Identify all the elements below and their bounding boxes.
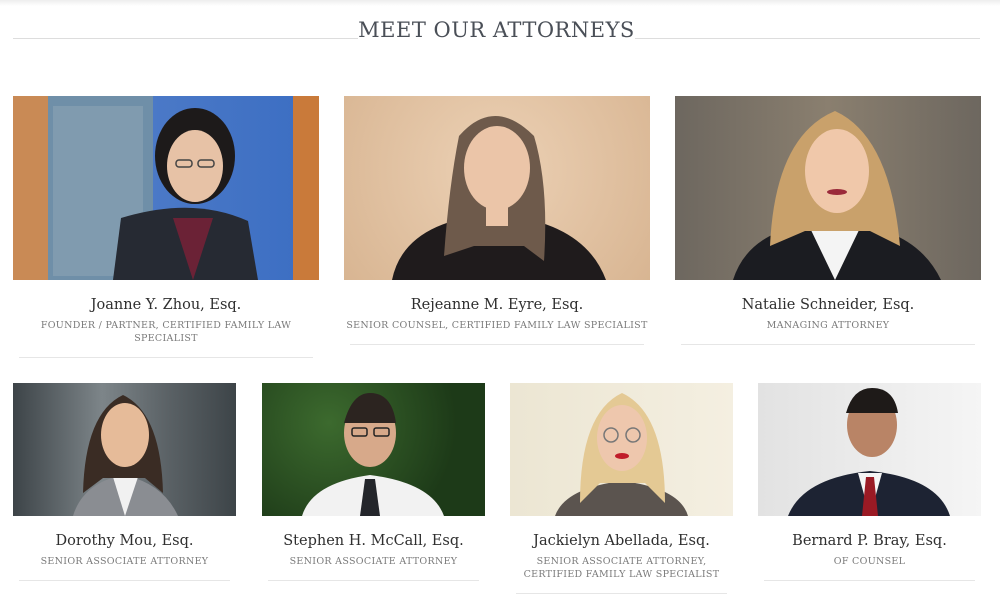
attorney-photo[interactable] [675, 96, 981, 280]
attorney-name[interactable]: Dorothy Mou, Esq. [13, 532, 236, 550]
attorney-title: SENIOR COUNSEL, CERTIFIED FAMILY LAW SPE… [346, 320, 648, 331]
attorney-card[interactable]: Rejeanne M. Eyre, Esq. SENIOR COUNSEL, C… [344, 96, 650, 345]
attorney-card[interactable]: Jackielyn Abellada, Esq. SENIOR ASSOCIAT… [510, 383, 733, 594]
person-silhouette [733, 111, 941, 280]
person-silhouette [302, 393, 444, 516]
section-header: MEET OUR ATTORNEYS [13, 18, 980, 48]
card-divider [764, 580, 975, 581]
card-divider [19, 357, 313, 358]
attorney-name[interactable]: Jackielyn Abellada, Esq. [510, 532, 733, 550]
attorney-photo[interactable] [758, 383, 981, 516]
top-shadow [0, 0, 1000, 6]
attorney-name[interactable]: Rejeanne M. Eyre, Esq. [344, 296, 650, 314]
attorney-photo[interactable] [262, 383, 485, 516]
attorney-name[interactable]: Joanne Y. Zhou, Esq. [13, 296, 319, 314]
person-silhouette [392, 116, 606, 280]
attorney-title: FOUNDER / PARTNER, CERTIFIED FAMILY LAW … [40, 320, 292, 344]
attorney-card[interactable]: Joanne Y. Zhou, Esq. FOUNDER / PARTNER, … [13, 96, 319, 358]
attorney-photo[interactable] [510, 383, 733, 516]
person-silhouette [53, 106, 258, 280]
attorney-title: SENIOR ASSOCIATE ATTORNEY, CERTIFIED FAM… [523, 556, 720, 580]
card-divider [681, 344, 975, 345]
attorney-title: MANAGING ATTORNEY [766, 320, 890, 331]
attorney-name[interactable]: Bernard P. Bray, Esq. [758, 532, 981, 550]
attorney-photo[interactable] [13, 96, 319, 280]
card-divider [268, 580, 479, 581]
attorney-name[interactable]: Natalie Schneider, Esq. [675, 296, 981, 314]
person-silhouette [788, 388, 950, 516]
attorney-title: OF COUNSEL [833, 556, 906, 567]
person-silhouette [555, 393, 688, 516]
attorney-card[interactable]: Stephen H. McCall, Esq. SENIOR ASSOCIATE… [262, 383, 485, 581]
card-divider [516, 593, 727, 594]
attorney-card[interactable]: Natalie Schneider, Esq. MANAGING ATTORNE… [675, 96, 981, 345]
heading-rule-right [635, 38, 980, 39]
attorney-card[interactable]: Bernard P. Bray, Esq. OF COUNSEL [758, 383, 981, 581]
attorney-card[interactable]: Dorothy Mou, Esq. SENIOR ASSOCIATE ATTOR… [13, 383, 236, 581]
card-divider [350, 344, 644, 345]
attorney-photo[interactable] [13, 383, 236, 516]
attorney-name[interactable]: Stephen H. McCall, Esq. [262, 532, 485, 550]
card-divider [19, 580, 230, 581]
attorney-title: SENIOR ASSOCIATE ATTORNEY [289, 556, 458, 567]
person-silhouette [73, 395, 178, 516]
attorney-photo[interactable] [344, 96, 650, 280]
attorney-title: SENIOR ASSOCIATE ATTORNEY [40, 556, 209, 567]
